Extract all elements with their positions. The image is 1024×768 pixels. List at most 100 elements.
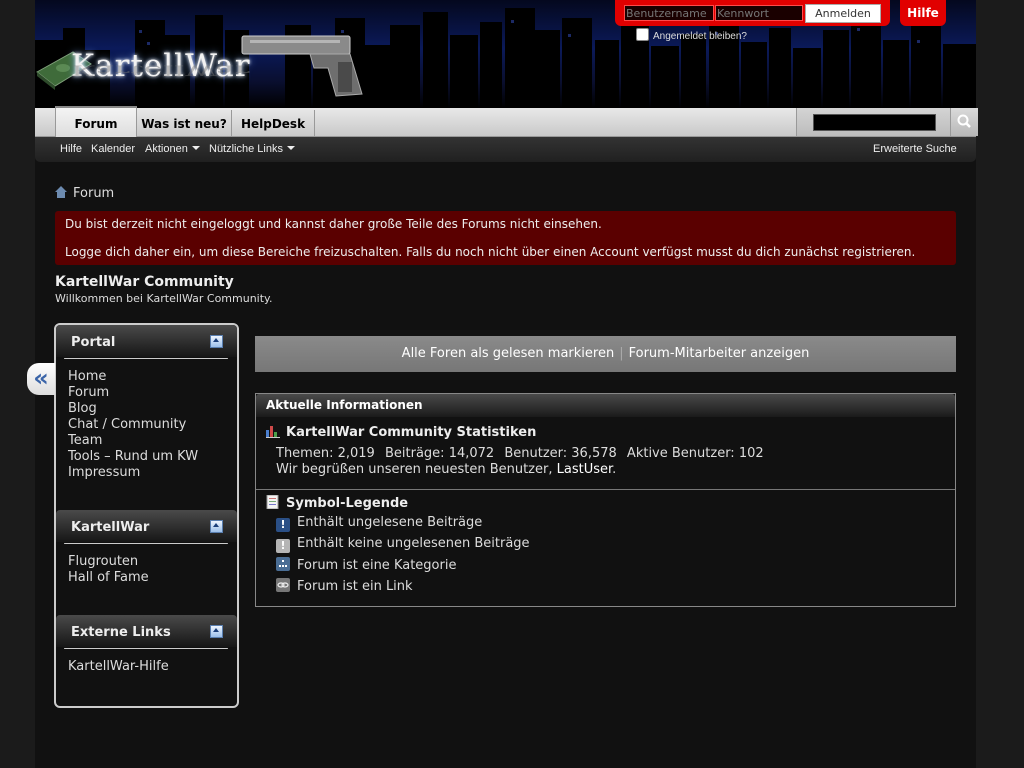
password-field[interactable]: [715, 5, 803, 21]
subnav-actions-label: Aktionen: [145, 143, 188, 155]
page-wrapper: KartellWar KartellWar Forum Was ist neu?…: [35, 0, 978, 768]
remember-me[interactable]: Angemeldet bleiben?: [636, 28, 747, 42]
statistics-chart-icon: [266, 426, 280, 438]
posts-value: 14,072: [448, 446, 495, 461]
sidebar-item-flugrouten[interactable]: Flugrouten: [68, 554, 149, 570]
subnav-useful-links[interactable]: Nützliche Links: [209, 143, 295, 155]
sidebar-section-header: Portal: [56, 325, 237, 357]
subnav-useful-links-label: Nützliche Links: [209, 143, 283, 155]
legend-label: Forum ist eine Kategorie: [297, 558, 457, 573]
legend-item: Forum ist ein Link: [276, 578, 413, 594]
main-navbar: Forum Was ist neu? HelpDesk: [35, 106, 978, 138]
collapse-icon[interactable]: [210, 625, 223, 638]
tab-forum[interactable]: Forum: [55, 106, 137, 138]
legend-title: Symbol-Legende: [286, 496, 409, 511]
sidebar-section-title: KartellWar: [71, 520, 150, 535]
breadcrumb: Forum: [55, 186, 114, 201]
sub-navbar: Hilfe Kalender Aktionen Nützliche Links …: [35, 137, 976, 162]
info-panel-title: Aktuelle Informationen: [266, 398, 423, 412]
page-subtitle: Willkommen bei KartellWar Community.: [55, 292, 273, 305]
page-title: KartellWar Community: [55, 274, 234, 290]
info-panel: Aktuelle Informationen KartellWar Commun…: [255, 393, 956, 607]
sidebar: Portal Home Forum Blog Chat / Community …: [54, 323, 239, 708]
sidebar-section-header: Externe Links: [56, 615, 237, 647]
search-button[interactable]: [950, 108, 978, 136]
divider: [64, 648, 228, 649]
welcome-line: Wir begrüßen unseren neuesten Benutzer, …: [276, 462, 764, 478]
remember-me-checkbox[interactable]: [636, 28, 649, 41]
stats-title: KartellWar Community Statistiken: [286, 425, 537, 440]
mark-all-read-link[interactable]: Alle Foren als gelesen markieren: [402, 346, 615, 361]
link-icon: [276, 578, 290, 592]
advanced-search-link[interactable]: Erweiterte Suche: [873, 143, 957, 155]
threads-value: 2,019: [337, 446, 375, 461]
notice-line-2: Logge dich daher ein, um diese Bereiche …: [65, 245, 916, 259]
category-icon: [276, 557, 290, 571]
sidebar-item-kartellwar-hilfe[interactable]: KartellWar-Hilfe: [68, 659, 169, 675]
sidebar-section-title: Externe Links: [71, 625, 171, 640]
threads-label: Themen:: [276, 446, 334, 461]
sidebar-item-chat[interactable]: Chat / Community: [68, 417, 198, 433]
users-value: 36,578: [571, 446, 617, 461]
legend-label: Forum ist ein Link: [297, 579, 413, 594]
unread-posts-icon: !: [276, 518, 290, 532]
subnav-help[interactable]: Hilfe: [60, 143, 82, 155]
chevron-down-icon: [286, 146, 295, 150]
chevron-down-icon: [191, 146, 200, 150]
sidebar-collapse-button[interactable]: «: [27, 363, 55, 395]
stats-block: Themen: 2,019 Beiträge: 14,072 Benutzer:…: [276, 446, 764, 478]
active-users-value: 102: [738, 446, 764, 461]
sidebar-item-blog[interactable]: Blog: [68, 401, 198, 417]
username-field[interactable]: [624, 5, 714, 21]
divider: [256, 489, 955, 490]
remember-me-label: Angemeldet bleiben?: [653, 31, 747, 42]
legend-label: Enthält ungelesene Beiträge: [297, 515, 483, 530]
sidebar-section-title: Portal: [71, 335, 116, 350]
sidebar-item-impressum[interactable]: Impressum: [68, 465, 198, 481]
no-unread-posts-icon: !: [276, 539, 290, 553]
login-notice: Du bist derzeit nicht eingeloggt und kan…: [55, 211, 956, 265]
subnav-actions[interactable]: Aktionen: [145, 143, 200, 155]
newest-user-link[interactable]: LastUser: [557, 462, 613, 477]
pistol-graphic: [241, 35, 363, 97]
help-button[interactable]: Hilfe: [900, 0, 946, 26]
collapse-icon[interactable]: [210, 335, 223, 348]
notice-line-1: Du bist derzeit nicht eingeloggt und kan…: [65, 217, 602, 231]
separator: |: [619, 346, 624, 361]
legend-document-icon: [266, 495, 279, 509]
magnifier-icon: [957, 114, 971, 128]
sidebar-item-hall-of-fame[interactable]: Hall of Fame: [68, 570, 149, 586]
login-form: Anmelden: [615, 0, 890, 26]
site-logo-reflection: KartellWar: [71, 61, 251, 78]
stats-counts: Themen: 2,019 Beiträge: 14,072 Benutzer:…: [276, 446, 764, 462]
collapse-icon[interactable]: [210, 520, 223, 533]
search-area: [796, 108, 978, 136]
active-users-label: Aktive Benutzer:: [626, 446, 735, 461]
breadcrumb-current[interactable]: Forum: [73, 186, 114, 201]
divider: [64, 543, 228, 544]
divider: [64, 358, 228, 359]
sidebar-section-header: KartellWar: [56, 510, 237, 542]
info-panel-header: Aktuelle Informationen: [256, 394, 955, 417]
show-staff-link[interactable]: Forum-Mitarbeiter anzeigen: [629, 346, 810, 361]
sidebar-list: Flugrouten Hall of Fame: [68, 554, 149, 586]
sidebar-item-home[interactable]: Home: [68, 369, 198, 385]
home-icon[interactable]: [55, 186, 67, 198]
sidebar-list: Home Forum Blog Chat / Community Team To…: [68, 369, 198, 481]
welcome-prefix: Wir begrüßen unseren neuesten Benutzer,: [276, 462, 553, 477]
legend-item: ! Enthält keine ungelesenen Beiträge: [276, 536, 530, 553]
sidebar-item-tools[interactable]: Tools – Rund um KW: [68, 449, 198, 465]
login-button[interactable]: Anmelden: [805, 4, 881, 23]
legend-heading: Symbol-Legende: [266, 495, 408, 511]
sidebar-item-team[interactable]: Team: [68, 433, 198, 449]
legend-item: Forum ist eine Kategorie: [276, 557, 456, 573]
sidebar-list: KartellWar-Hilfe: [68, 659, 169, 675]
subnav-calendar[interactable]: Kalender: [91, 143, 135, 155]
sidebar-item-forum[interactable]: Forum: [68, 385, 198, 401]
forum-actions-bar: Alle Foren als gelesen markieren | Forum-M…: [255, 336, 956, 372]
search-input[interactable]: [813, 114, 936, 131]
legend-label: Enthält keine ungelesenen Beiträge: [297, 536, 530, 551]
tab-helpdesk[interactable]: HelpDesk: [232, 110, 315, 136]
stats-heading: KartellWar Community Statistiken: [266, 424, 536, 440]
tab-whats-new[interactable]: Was ist neu?: [137, 110, 232, 136]
